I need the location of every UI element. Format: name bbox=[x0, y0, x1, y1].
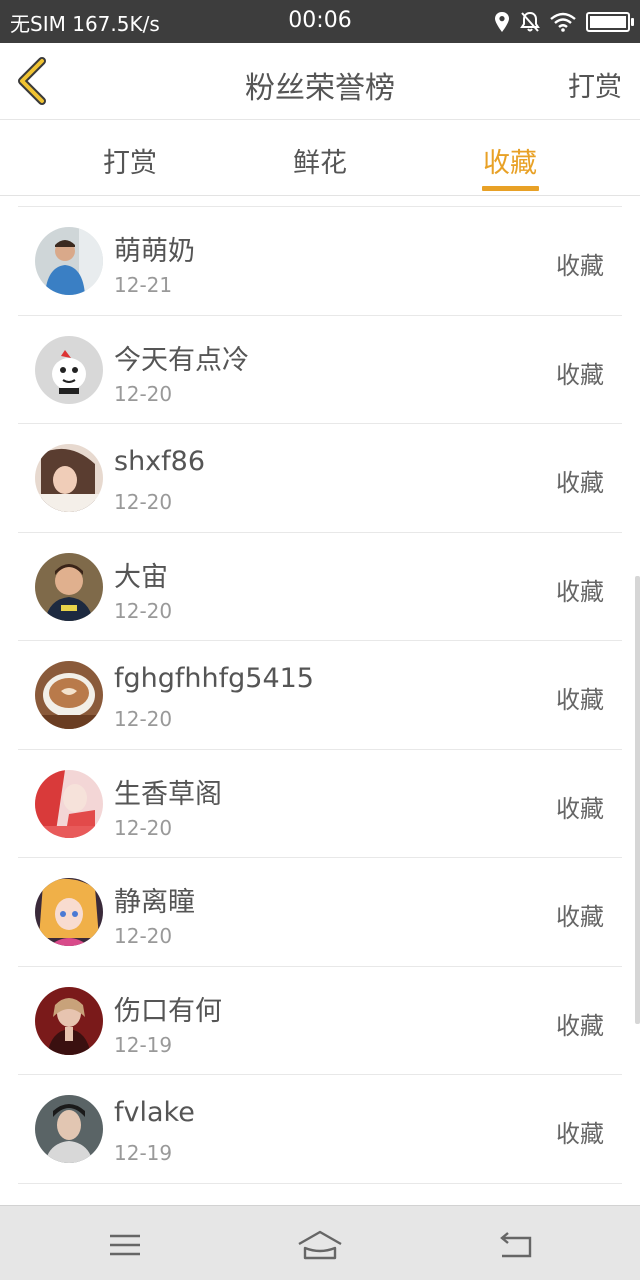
list-item[interactable]: 生香草阁 12-20 收藏 bbox=[18, 750, 622, 858]
favorite-tag: 收藏 bbox=[556, 360, 604, 389]
header: 粉丝荣誉榜 打赏 bbox=[0, 43, 640, 120]
user-name: fghgfhhfg5415 bbox=[114, 663, 314, 694]
battery-fill bbox=[590, 16, 626, 28]
scrollbar[interactable] bbox=[635, 576, 640, 1024]
user-name: 伤口有何 bbox=[114, 995, 222, 1027]
battery-icon bbox=[586, 12, 634, 32]
nav-bar bbox=[0, 1205, 640, 1280]
reward-button[interactable]: 打赏 bbox=[568, 65, 622, 104]
active-tab-indicator bbox=[482, 186, 539, 191]
list-item[interactable]: 萌萌奶 12-21 收藏 bbox=[18, 207, 622, 316]
date: 12-20 bbox=[114, 707, 173, 731]
favorite-tag: 收藏 bbox=[556, 577, 604, 606]
tab-flowers[interactable]: 鲜花 bbox=[240, 141, 400, 180]
favorite-tag: 收藏 bbox=[556, 252, 604, 280]
avatar bbox=[35, 552, 103, 621]
status-icons bbox=[494, 9, 634, 35]
avatar bbox=[35, 878, 103, 946]
avatar bbox=[35, 335, 103, 404]
user-name: 大宙 bbox=[114, 561, 168, 593]
user-name: 萌萌奶 bbox=[114, 236, 195, 267]
date: 12-19 bbox=[114, 1032, 173, 1057]
status-bar: 无SIM 167.5K/s 00:06 bbox=[0, 0, 640, 43]
user-name: shxf86 bbox=[114, 446, 206, 477]
list-item[interactable]: fghgfhhfg5415 12-20 收藏 bbox=[18, 641, 622, 750]
date: 12-20 bbox=[114, 924, 173, 948]
location-icon bbox=[495, 12, 509, 32]
avatar bbox=[35, 986, 103, 1055]
favorite-tag: 收藏 bbox=[556, 1011, 604, 1040]
list-item[interactable]: 今天有点冷 12-20 收藏 bbox=[18, 316, 622, 424]
avatar bbox=[35, 769, 103, 838]
page-title: 粉丝荣誉榜 bbox=[245, 71, 395, 106]
home-icon[interactable] bbox=[295, 1228, 345, 1262]
list-item[interactable]: 大宙 12-20 收藏 bbox=[18, 533, 622, 641]
fan-list: 萌萌奶 12-21 收藏 今天有点冷 12-20 收藏 shxf86 12-20… bbox=[18, 206, 622, 1184]
tab-reward[interactable]: 打赏 bbox=[50, 141, 210, 180]
date: 12-19 bbox=[114, 1141, 173, 1165]
avatar bbox=[35, 227, 103, 295]
user-name: fvlake bbox=[114, 1097, 195, 1128]
user-name: 今天有点冷 bbox=[114, 344, 249, 376]
date: 12-20 bbox=[114, 815, 173, 840]
menu-icon[interactable] bbox=[100, 1228, 150, 1262]
favorite-tag: 收藏 bbox=[556, 1120, 604, 1148]
avatar bbox=[35, 661, 103, 729]
list-item[interactable]: 伤口有何 12-19 收藏 bbox=[18, 967, 622, 1075]
avatar bbox=[35, 444, 103, 512]
list-item[interactable]: fvlake 12-19 收藏 bbox=[18, 1075, 622, 1184]
favorite-tag: 收藏 bbox=[556, 469, 604, 497]
date: 12-20 bbox=[114, 381, 173, 406]
user-name: 静离瞳 bbox=[114, 887, 195, 918]
wifi-icon bbox=[550, 12, 576, 32]
list-item[interactable]: shxf86 12-20 收藏 bbox=[18, 424, 622, 533]
user-name: 生香草阁 bbox=[114, 778, 222, 810]
tab-bar: 打赏 鲜花 收藏 bbox=[0, 121, 640, 196]
favorite-tag: 收藏 bbox=[556, 903, 604, 931]
favorite-tag: 收藏 bbox=[556, 686, 604, 714]
date: 12-20 bbox=[114, 490, 173, 514]
back-icon[interactable] bbox=[490, 1228, 540, 1262]
avatar bbox=[35, 1095, 103, 1163]
favorite-tag: 收藏 bbox=[556, 794, 604, 823]
list-item[interactable]: 静离瞳 12-20 收藏 bbox=[18, 858, 622, 967]
mute-bell-icon bbox=[520, 11, 540, 32]
date: 12-21 bbox=[114, 273, 173, 297]
tab-favorites[interactable]: 收藏 bbox=[430, 141, 590, 180]
date: 12-20 bbox=[114, 598, 173, 623]
